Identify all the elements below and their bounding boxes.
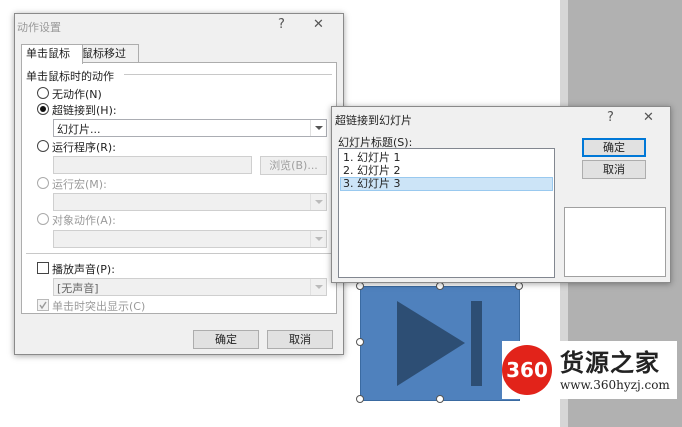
- slide-titles-list[interactable]: 1. 幻灯片 1 2. 幻灯片 2 3. 幻灯片 3: [338, 148, 555, 278]
- watermark-logo-badge: 360: [502, 345, 552, 395]
- object-action-select[interactable]: [53, 230, 327, 248]
- resize-handle-sw[interactable]: [356, 395, 364, 403]
- ok-button[interactable]: 确定: [193, 330, 259, 349]
- action-settings-dialog: 动作设置 ? ✕ 单击鼠标 鼠标移过 单击鼠标时的动作 无动作(N) 超链接到(…: [14, 13, 344, 355]
- list-item-selected[interactable]: 3. 幻灯片 3: [340, 177, 553, 191]
- help-button[interactable]: ?: [607, 110, 614, 125]
- highlight-checkbox[interactable]: [37, 299, 49, 311]
- chevron-down-icon: [310, 279, 326, 295]
- resize-handle-n[interactable]: [436, 282, 444, 290]
- sound-select-value: [无声音]: [57, 282, 99, 295]
- play-sound-checkbox[interactable]: [37, 262, 49, 274]
- action-button-shape[interactable]: [360, 286, 520, 401]
- resize-handle-s[interactable]: [436, 395, 444, 403]
- tab-panel: 单击鼠标时的动作 无动作(N) 超链接到(H): 幻灯片... 运行程序(R):…: [21, 62, 337, 314]
- radio-hyperlink[interactable]: [37, 103, 49, 115]
- close-button[interactable]: ✕: [643, 110, 654, 125]
- list-item[interactable]: 2. 幻灯片 2: [341, 165, 552, 177]
- play-next-icon: [397, 301, 482, 386]
- hyperlink-to-slide-dialog: 超链接到幻灯片 ? ✕ 幻灯片标题(S): 1. 幻灯片 1 2. 幻灯片 2 …: [331, 106, 671, 283]
- tab-mouse-over[interactable]: 鼠标移过: [77, 44, 139, 63]
- resize-handle-w[interactable]: [356, 338, 364, 346]
- chevron-down-icon: [310, 194, 326, 210]
- radio-run-program[interactable]: [37, 140, 49, 152]
- help-button[interactable]: ?: [278, 17, 285, 32]
- section-divider: [26, 253, 332, 254]
- program-path-field[interactable]: [53, 156, 252, 174]
- run-program-label: 运行程序(R):: [52, 141, 116, 154]
- dialog-title: 动作设置: [17, 21, 61, 34]
- resize-handle-ne[interactable]: [515, 282, 523, 290]
- object-action-label: 对象动作(A):: [52, 214, 116, 227]
- tab-mouse-click[interactable]: 单击鼠标: [21, 44, 83, 64]
- resize-handle-nw[interactable]: [356, 282, 364, 290]
- radio-no-action[interactable]: [37, 87, 49, 99]
- chevron-down-icon: [310, 120, 326, 136]
- ok-button[interactable]: 确定: [582, 138, 646, 157]
- slide-preview: [564, 207, 666, 277]
- run-macro-label: 运行宏(M):: [52, 178, 107, 191]
- group-divider: [124, 74, 332, 75]
- no-action-label: 无动作(N): [52, 88, 102, 101]
- chevron-down-icon: [310, 231, 326, 247]
- cancel-button[interactable]: 取消: [267, 330, 333, 349]
- close-button[interactable]: ✕: [313, 17, 324, 32]
- watermark-name: 货源之家: [560, 348, 660, 377]
- list-item[interactable]: 1. 幻灯片 1: [341, 152, 552, 164]
- browse-button[interactable]: 浏览(B)...: [260, 156, 327, 175]
- watermark: 360 货源之家 www.360hyzj.com: [502, 341, 677, 399]
- hyperlink-label: 超链接到(H):: [52, 104, 117, 117]
- group-label: 单击鼠标时的动作: [26, 70, 114, 83]
- highlight-label: 单击时突出显示(C): [52, 300, 146, 313]
- sound-select[interactable]: [无声音]: [53, 278, 327, 296]
- dialog-title: 超链接到幻灯片: [335, 114, 412, 127]
- play-sound-label: 播放声音(P):: [52, 263, 115, 276]
- hyperlink-select-value: 幻灯片...: [57, 123, 101, 136]
- hyperlink-select[interactable]: 幻灯片...: [53, 119, 327, 137]
- macro-select[interactable]: [53, 193, 327, 211]
- checkmark-icon: [39, 301, 47, 310]
- radio-run-macro[interactable]: [37, 177, 49, 189]
- watermark-url: www.360hyzj.com: [560, 378, 670, 392]
- radio-object-action[interactable]: [37, 213, 49, 225]
- cancel-button[interactable]: 取消: [582, 160, 646, 179]
